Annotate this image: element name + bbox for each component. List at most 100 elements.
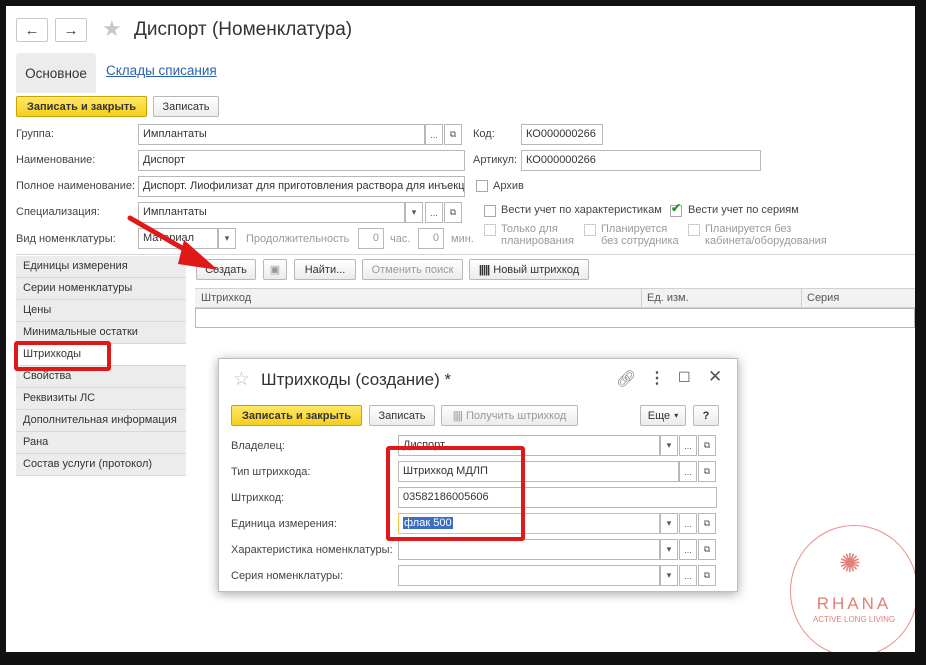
back-button[interactable]: ← [16, 18, 48, 42]
fullname-label: Полное наименование: [16, 180, 136, 192]
col-separator [801, 289, 802, 307]
unit-open-icon[interactable]: ⧉ [698, 513, 716, 534]
sidebar-item-prices[interactable]: Цены [16, 300, 186, 322]
close-icon[interactable]: ✕ [708, 367, 722, 387]
duration-label: Продолжительность [246, 233, 350, 245]
back-arrow-icon: ← [24, 21, 40, 39]
barcodes-grid-header: Штрихкод Ед. изм. Серия [195, 288, 915, 308]
more-vert-icon[interactable]: ⋮ [649, 368, 665, 388]
minutes-field[interactable]: 0 [418, 228, 444, 249]
type-label: Тип штрихкода: [231, 466, 311, 478]
cancel-search-button[interactable]: Отменить поиск [362, 259, 463, 280]
sidebar-item-series[interactable]: Серии номенклатуры [16, 278, 186, 300]
more-dropdown-button[interactable]: Еще ▾ [640, 405, 686, 426]
maximize-icon[interactable]: ☐ [678, 369, 691, 386]
dialog-save-button[interactable]: Записать [369, 405, 435, 426]
window-title: Диспорт (Номенклатура) [134, 19, 353, 40]
new-barcode-label: Новый штрихкод [493, 263, 580, 276]
hours-label: час. [390, 233, 411, 245]
char-dropdown-icon[interactable]: ▾ [660, 539, 678, 560]
archive-checkbox[interactable] [476, 180, 488, 192]
spec-dropdown-icon[interactable]: ▾ [405, 202, 423, 223]
planning-only-label: Только для планирования [501, 223, 574, 247]
hours-field[interactable]: 0 [358, 228, 384, 249]
track-char-checkbox[interactable] [484, 205, 496, 217]
track-char-label: Вести учет по характеристикам [501, 204, 662, 216]
group-label: Группа: [16, 128, 54, 140]
article-label: Артикул: [473, 154, 518, 166]
type-open-icon[interactable]: ⧉ [698, 461, 716, 482]
get-barcode-label: Получить штрихкод [466, 409, 567, 422]
rhana-watermark: ✺ RHANA ACTIVE LONG LIVING [790, 525, 915, 652]
owner-dropdown-icon[interactable]: ▾ [660, 435, 678, 456]
track-series-label: Вести учет по сериям [688, 204, 799, 216]
spec-open-icon[interactable]: ⧉ [444, 202, 462, 223]
forward-arrow-icon: → [63, 21, 79, 39]
col-unit[interactable]: Ед. изм. [647, 292, 689, 304]
find-button[interactable]: Найти... [294, 259, 356, 280]
col-separator [641, 289, 642, 307]
tab-main[interactable]: Основное [16, 53, 96, 93]
series-field[interactable] [398, 565, 660, 586]
group-open-icon[interactable]: ⧉ [444, 124, 462, 145]
highlight-box [386, 446, 525, 541]
checkmark-icon: ✔ [671, 201, 682, 215]
planned-no-cabinet-label: Планируется без кабинета/оборудования [705, 223, 827, 247]
char-select-button[interactable]: ... [679, 539, 697, 560]
col-barcode[interactable]: Штрихкод [201, 292, 251, 304]
link-icon[interactable]: 🔗︎ [616, 369, 636, 389]
dialog-title: Штрихкоды (создание) * [261, 370, 452, 389]
char-open-icon[interactable]: ⧉ [698, 539, 716, 560]
forward-button[interactable]: → [55, 18, 87, 42]
name-field[interactable]: Диспорт [138, 150, 465, 171]
unit-label: Единица измерения: [231, 518, 337, 530]
unit-dropdown-icon[interactable]: ▾ [660, 513, 678, 534]
owner-select-button[interactable]: ... [679, 435, 697, 456]
sidebar-item-wound[interactable]: Рана [16, 432, 186, 454]
tab-warehouses[interactable]: Склады списания [106, 63, 217, 78]
barcode-icon: ||||| [478, 263, 490, 276]
minutes-label: мин. [451, 233, 474, 245]
type-select-button[interactable]: ... [679, 461, 697, 482]
code-field[interactable]: КО000000266 [521, 124, 603, 145]
pointer-arrow-icon [127, 215, 218, 270]
save-close-button[interactable]: Записать и закрыть [16, 96, 147, 117]
char-field[interactable] [398, 539, 660, 560]
code-label: Код: [473, 128, 495, 140]
new-barcode-button[interactable]: ||||| Новый штрихкод [469, 259, 589, 280]
article-field[interactable]: КО000000266 [521, 150, 761, 171]
help-button[interactable]: ? [693, 405, 719, 426]
planned-no-staff-checkbox[interactable] [584, 224, 596, 236]
fullname-field[interactable]: Диспорт. Лиофилизат для приготовления ра… [138, 176, 465, 197]
series-dropdown-icon[interactable]: ▾ [660, 565, 678, 586]
planning-only-checkbox[interactable] [484, 224, 496, 236]
kind-label: Вид номенклатуры: [16, 233, 116, 245]
favorite-star-icon[interactable]: ☆ [233, 368, 250, 391]
owner-open-icon[interactable]: ⧉ [698, 435, 716, 456]
spec-label: Специализация: [16, 206, 100, 218]
sidebar-item-service-composition[interactable]: Состав услуги (протокол) [16, 454, 186, 476]
owner-label: Владелец: [231, 440, 285, 452]
unit-select-button[interactable]: ... [679, 513, 697, 534]
spec-select-button[interactable]: ... [425, 202, 443, 223]
sidebar-item-requisites[interactable]: Реквизиты ЛС [16, 388, 186, 410]
copy-icon[interactable]: ▣ [263, 259, 287, 280]
watermark-tagline: ACTIVE LONG LIVING [812, 615, 896, 624]
planned-no-staff-label: Планируется без сотрудника [601, 223, 679, 247]
save-button[interactable]: Записать [153, 96, 219, 117]
rhana-logo-icon: ✺ [839, 548, 861, 578]
group-select-button[interactable]: ... [425, 124, 443, 145]
col-series[interactable]: Серия [807, 292, 839, 304]
group-field[interactable]: Имплантаты [138, 124, 425, 145]
planned-no-cabinet-checkbox[interactable] [688, 224, 700, 236]
dialog-save-close-button[interactable]: Записать и закрыть [231, 405, 362, 426]
series-select-button[interactable]: ... [679, 565, 697, 586]
table-row[interactable] [195, 308, 915, 328]
sidebar-item-extra-info[interactable]: Дополнительная информация [16, 410, 186, 432]
favorite-star-icon[interactable]: ★ [102, 16, 122, 42]
series-open-icon[interactable]: ⧉ [698, 565, 716, 586]
get-barcode-button[interactable]: ||||| Получить штрихкод [441, 405, 578, 426]
archive-label: Архив [493, 180, 524, 192]
name-label: Наименование: [16, 154, 96, 166]
series-label: Серия номенклатуры: [231, 570, 344, 582]
